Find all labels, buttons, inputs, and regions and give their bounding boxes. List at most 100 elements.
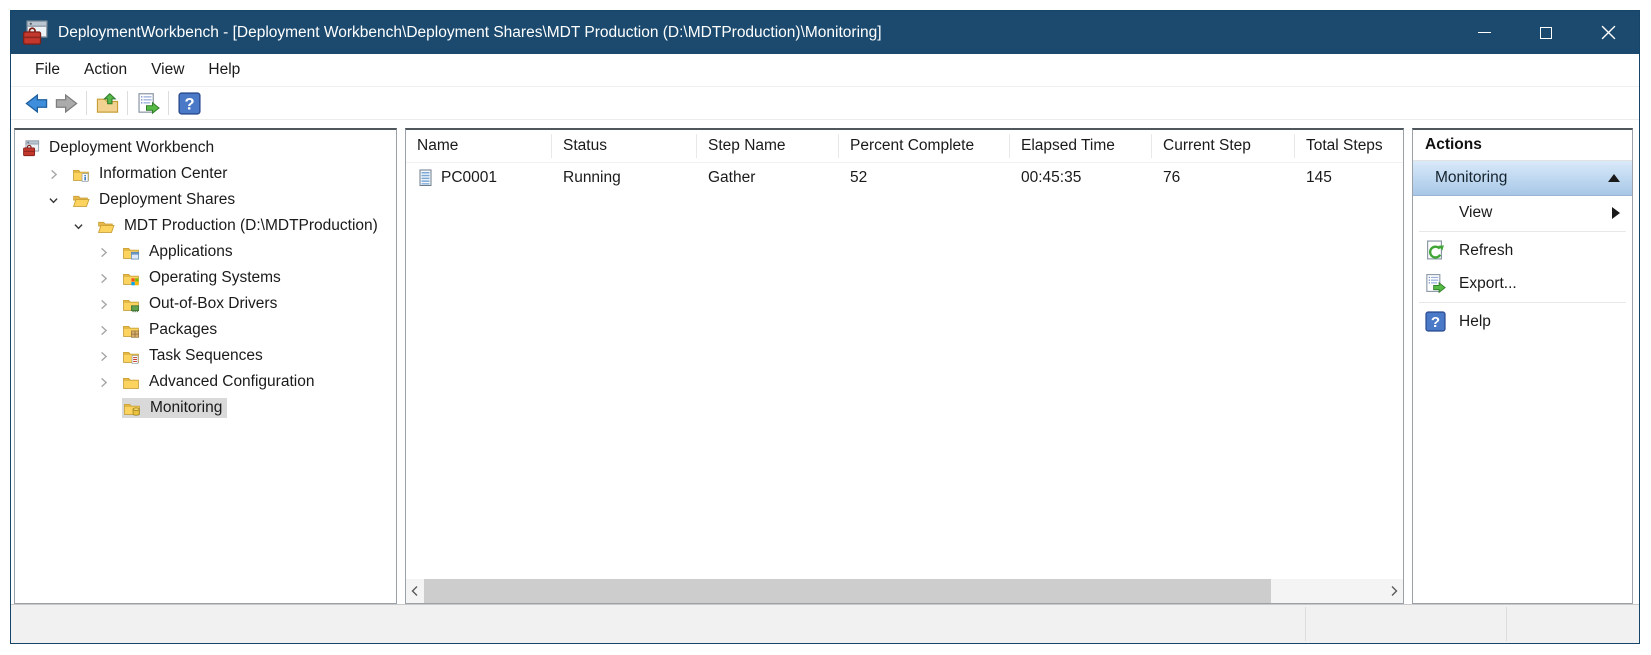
toolbar-separator [168,91,169,115]
forward-icon [55,92,78,115]
export-list-button[interactable] [133,89,163,117]
action-view[interactable]: View [1413,196,1632,229]
action-refresh[interactable]: Refresh [1413,234,1632,267]
tree-item-packages[interactable]: Packages [15,317,396,343]
column-header-elapsed-time[interactable]: Elapsed Time [1010,134,1152,158]
horizontal-scrollbar [406,579,1403,603]
minimize-icon [1478,32,1491,33]
tree-item-label: Out-of-Box Drivers [149,295,277,313]
maximize-button[interactable] [1515,11,1577,54]
tree-item-monitoring[interactable]: Monitoring [15,395,396,421]
column-header-step-name[interactable]: Step Name [697,134,839,158]
tree-item-label: Task Sequences [149,347,263,365]
tree-item-mdt-production[interactable]: MDT Production (D:\MDTProduction) [15,213,396,239]
menu-help[interactable]: Help [196,54,252,86]
window-title: DeploymentWorkbench - [Deployment Workbe… [58,24,1453,42]
action-export[interactable]: Export... [1413,267,1632,300]
console-tree-pane: Deployment Workbench Information Center … [14,128,397,604]
chevron-right-icon[interactable] [96,322,122,338]
scroll-left-button[interactable] [406,579,424,603]
folder-open-icon [72,192,92,209]
tree-selection-highlight: Monitoring [122,398,227,418]
action-label: Help [1459,313,1491,331]
help-icon [1425,311,1446,332]
tree-item-task-sequences[interactable]: Task Sequences [15,343,396,369]
tree-item-operating-systems[interactable]: Operating Systems [15,265,396,291]
folder-applications-icon [122,244,142,261]
cell-percent-complete: 52 [839,169,1010,187]
tree-item-advanced-configuration[interactable]: Advanced Configuration [15,369,396,395]
chevron-right-icon[interactable] [96,348,122,364]
tree-item-label: Deployment Workbench [49,139,214,157]
action-label: Refresh [1459,242,1513,260]
scroll-right-button[interactable] [1385,579,1403,603]
folder-tasks-icon [122,348,142,365]
action-label: View [1459,204,1492,222]
table-row-pc0001[interactable]: PC0001 Running Gather 52 00:45:35 76 145 [406,163,1403,192]
tree-item-deployment-workbench[interactable]: Deployment Workbench [15,135,396,161]
actions-group-label: Monitoring [1435,169,1507,187]
column-header-current-step[interactable]: Current Step [1152,134,1295,158]
chevron-right-icon[interactable] [96,270,122,286]
chevron-right-icon[interactable] [96,374,122,390]
listview-empty-area [406,192,1403,579]
cell-status: Running [552,169,697,187]
column-header-name[interactable]: Name [406,134,552,158]
tree-item-applications[interactable]: Applications [15,239,396,265]
chevron-placeholder [96,400,122,416]
workbench-icon [22,140,42,157]
content-area: Deployment Workbench Information Center … [11,120,1639,604]
column-header-percent-complete[interactable]: Percent Complete [839,134,1010,158]
tree-item-label: Deployment Shares [99,191,235,209]
column-header-total-steps[interactable]: Total Steps [1295,134,1404,158]
cell-total-steps: 145 [1295,169,1404,187]
chevron-down-icon[interactable] [46,192,72,208]
show-console-tree-button[interactable] [92,89,122,117]
tree-item-label: Operating Systems [149,269,281,287]
action-label: Export... [1459,275,1517,293]
listview-header: Name Status Step Name Percent Complete E… [406,130,1403,163]
menu-action[interactable]: Action [72,54,139,86]
refresh-icon [1425,240,1446,261]
chevron-right-icon[interactable] [46,166,72,182]
tree-item-label: Advanced Configuration [149,373,314,391]
back-button[interactable] [21,89,51,117]
folder-icon [122,374,142,391]
chevron-right-icon[interactable] [96,296,122,312]
toolbar-separator [86,91,87,115]
scrollbar-track[interactable] [1271,579,1385,603]
actions-group-monitoring[interactable]: Monitoring [1413,161,1632,196]
export-list-icon [137,92,160,115]
folder-open-icon [97,218,117,235]
chevron-down-icon[interactable] [71,218,97,234]
tree-item-label: MDT Production (D:\MDTProduction) [124,217,378,235]
tree-item-label: Applications [149,243,233,261]
scrollbar-thumb[interactable] [424,579,1271,603]
menu-bar: File Action View Help [11,54,1639,87]
folder-packages-icon [122,322,142,339]
help-button[interactable] [174,89,204,117]
cell-current-step: 76 [1152,169,1295,187]
back-icon [25,92,48,115]
forward-button[interactable] [51,89,81,117]
column-header-status[interactable]: Status [552,134,697,158]
toolbar-separator [127,91,128,115]
tree-item-deployment-shares[interactable]: Deployment Shares [15,187,396,213]
actions-separator [1419,231,1626,232]
action-help[interactable]: Help [1413,305,1632,338]
collapse-icon[interactable] [1608,174,1620,182]
minimize-button[interactable] [1453,11,1515,54]
menu-view[interactable]: View [139,54,196,86]
tree-item-information-center[interactable]: Information Center [15,161,396,187]
status-bar [11,604,1639,643]
title-bar: DeploymentWorkbench - [Deployment Workbe… [11,11,1639,54]
chevron-right-icon[interactable] [96,244,122,260]
tree-item-out-of-box-drivers[interactable]: Out-of-Box Drivers [15,291,396,317]
menu-file[interactable]: File [23,54,72,86]
tree-item-label: Packages [149,321,217,339]
computer-monitor-icon [417,169,434,187]
actions-pane-title: Actions [1413,130,1632,161]
close-button[interactable] [1577,11,1639,54]
scroll-left-icon [410,585,420,597]
app-icon [22,20,48,46]
